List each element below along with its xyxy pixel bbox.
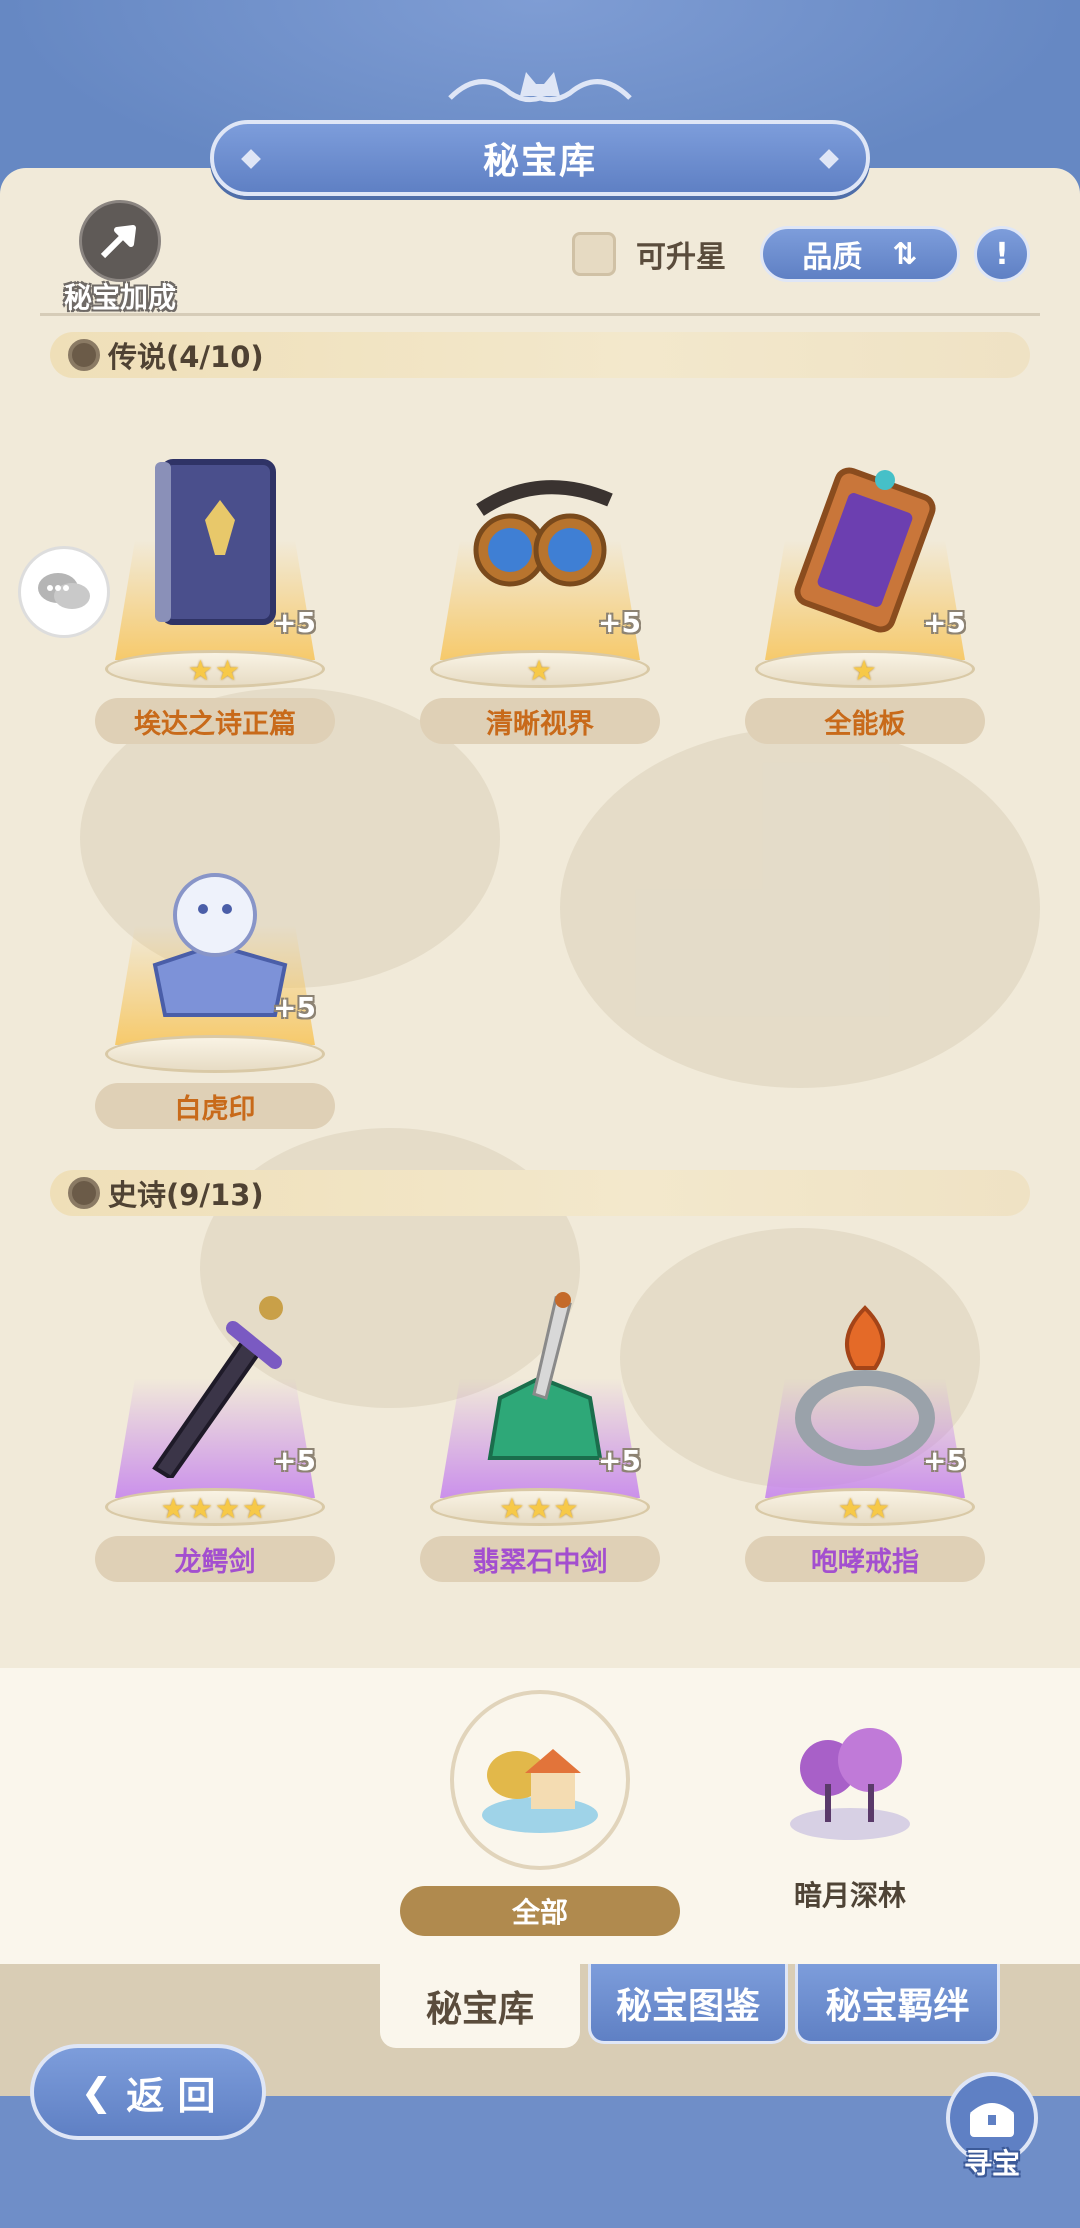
region-forest-label: 暗月深林 (793, 1879, 906, 1912)
tab-library[interactable]: 秘宝库 (380, 1964, 580, 2048)
purple-forest-icon (790, 1728, 910, 1840)
item-name: 全能板 (745, 698, 985, 744)
bonus-arrow-icon (79, 200, 161, 282)
banner-diamond-icon (819, 149, 839, 169)
tiger-statue-icon (152, 873, 288, 1017)
chat-bubble-icon (38, 573, 90, 609)
item-name: 清晰视界 (420, 698, 660, 744)
item-card[interactable]: ★★ +5 埃达之诗正篇 (95, 410, 335, 744)
item-name: 白虎印 (95, 1083, 335, 1129)
plus-level: +5 (273, 991, 316, 1024)
order-toggle-button[interactable]: ! (974, 226, 1030, 282)
page-title: 秘宝库 (482, 141, 597, 182)
region-all-label: 全部 (400, 1886, 680, 1936)
cat-crest-icon (448, 72, 632, 103)
item-card[interactable]: ★★★★ +5 龙鳄剑 (95, 1248, 335, 1582)
star-rating: ★ (526, 654, 554, 687)
item-name: 翡翠石中剑 (420, 1536, 660, 1582)
star-rating: ★★★ (499, 1492, 581, 1525)
star-rating: ★★★★ (160, 1492, 270, 1525)
emerald-sword-icon (487, 1292, 603, 1460)
rarity-moon-icon (68, 339, 100, 371)
house-island-icon (482, 1749, 598, 1833)
goggles-icon (473, 480, 613, 587)
treasure-bonus-button[interactable]: 秘宝加成 (50, 200, 190, 316)
plus-level: +5 (273, 1444, 316, 1477)
sword-icon (152, 1296, 283, 1478)
bonus-label: 秘宝加成 (63, 281, 176, 314)
item-card[interactable]: ★ +5 全能板 (745, 410, 985, 744)
section-title: 史诗(9/13) (108, 1178, 264, 1212)
item-card[interactable]: ★ +5 清晰视界 (420, 410, 660, 744)
quality-label: 品质 (802, 240, 863, 275)
tab-compendium[interactable]: 秘宝图鉴 (588, 1964, 788, 2044)
back-button[interactable]: ❮ 返 回 (30, 2044, 266, 2140)
ring-icon (795, 1305, 935, 1466)
plus-level: +5 (598, 1444, 641, 1477)
sort-arrows-icon: ⇅ (892, 236, 918, 272)
upstar-checkbox[interactable] (572, 232, 616, 276)
rarity-moon-icon (68, 1177, 100, 1209)
region-forest-button[interactable]: 暗月深林 (770, 1714, 930, 1914)
item-card[interactable]: +5 白虎印 (95, 795, 335, 1129)
plus-level: +5 (598, 606, 641, 639)
region-ring (450, 1690, 630, 1870)
item-name: 咆哮戒指 (745, 1536, 985, 1582)
section-header-legendary: 传说(4/10) (50, 332, 1030, 378)
treasure-hunt-button[interactable]: 寻宝 (944, 2072, 1040, 2182)
banner-diamond-icon (241, 149, 261, 169)
back-arrow-icon: ❮ (80, 2070, 113, 2114)
divider (40, 313, 1040, 316)
plus-level: +5 (923, 606, 966, 639)
back-label: 返 回 (126, 2073, 216, 2118)
upstar-filter[interactable]: 可升星 (572, 232, 726, 276)
section-title: 传说(4/10) (108, 340, 264, 374)
star-rating: ★★ (837, 1492, 893, 1525)
item-name: 埃达之诗正篇 (95, 698, 335, 744)
upstar-label: 可升星 (636, 240, 726, 275)
treasure-label: 寻宝 (963, 2147, 1020, 2180)
book-icon (155, 459, 276, 625)
tab-bond[interactable]: 秘宝羁绊 (795, 1964, 1000, 2044)
section-header-epic: 史诗(9/13) (50, 1170, 1030, 1216)
region-all-button[interactable]: 全部 (400, 1690, 680, 1940)
tablet-icon (794, 467, 936, 633)
star-rating: ★★ (187, 654, 243, 687)
plus-level: +5 (273, 606, 316, 639)
title-banner: 秘宝库 (210, 120, 870, 196)
item-card[interactable]: ★★ +5 咆哮戒指 (745, 1248, 985, 1582)
exclamation-icon: ! (995, 236, 1009, 272)
plus-level: +5 (923, 1444, 966, 1477)
star-rating: ★ (851, 654, 879, 687)
pedestal (105, 1035, 325, 1073)
item-card[interactable]: ★★★ +5 翡翠石中剑 (420, 1248, 660, 1582)
quality-sort-button[interactable]: 品质 ⇅ (760, 226, 960, 282)
item-name: 龙鳄剑 (95, 1536, 335, 1582)
